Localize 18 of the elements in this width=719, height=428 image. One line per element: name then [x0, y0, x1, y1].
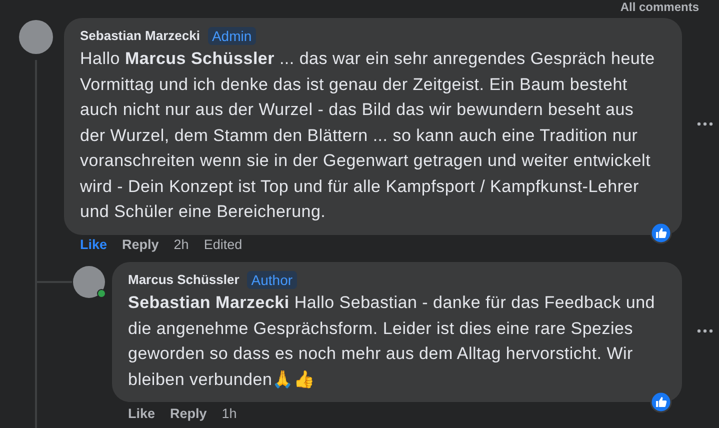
comment-text: Hallo Marcus Schüssler ... das war ein sehr anregendes Gespräch heute Vormittag und ich denke das ist genau der Zeitgeist. Ein Baum besteht auch nicht nur aus der Wurzel - das Bild das wir bewundern beseht aus der Wurzel, dem Stamm den Blättern ... so kann auch eine Tradition nur voranschreiten wenn sie in der Gegenwart getragen und weiter entwickelt wird - Dein Konzept ist Top und für alle Kampfsport / Kampfkunst-Lehrer und Schüler eine Bereicherung.	[80, 48, 656, 223]
avatar[interactable]	[19, 20, 53, 54]
role-badge: Author	[247, 271, 297, 289]
filter-label[interactable]: All comments	[620, 0, 699, 14]
reply-link[interactable]: Reply	[170, 406, 207, 422]
more-options-icon[interactable]	[697, 122, 713, 126]
edited-label: Edited	[204, 237, 242, 253]
reply-link[interactable]: Reply	[122, 237, 159, 253]
author-name[interactable]: Sebastian Marzecki	[80, 27, 200, 45]
author-name[interactable]: Marcus Schüssler	[128, 271, 240, 289]
comment-time[interactable]: 1h	[222, 406, 237, 422]
like-link[interactable]: Like	[128, 406, 156, 422]
comment-time[interactable]: 2h	[174, 237, 189, 253]
more-options-icon[interactable]	[697, 329, 713, 333]
like-link[interactable]: Like	[80, 237, 108, 253]
avatar[interactable]	[73, 266, 105, 298]
role-badge: Admin	[208, 27, 256, 45]
comment-text: Sebastian Marzecki Hallo Sebastian - danke für das Feedback und die angenehme Gesprächsform. Leider ist dies eine rare Spezies geworden so dass es noch mehr aus dem Alltag hervorsticht. Wir bleiben verbunden🙏👍	[128, 292, 656, 390]
